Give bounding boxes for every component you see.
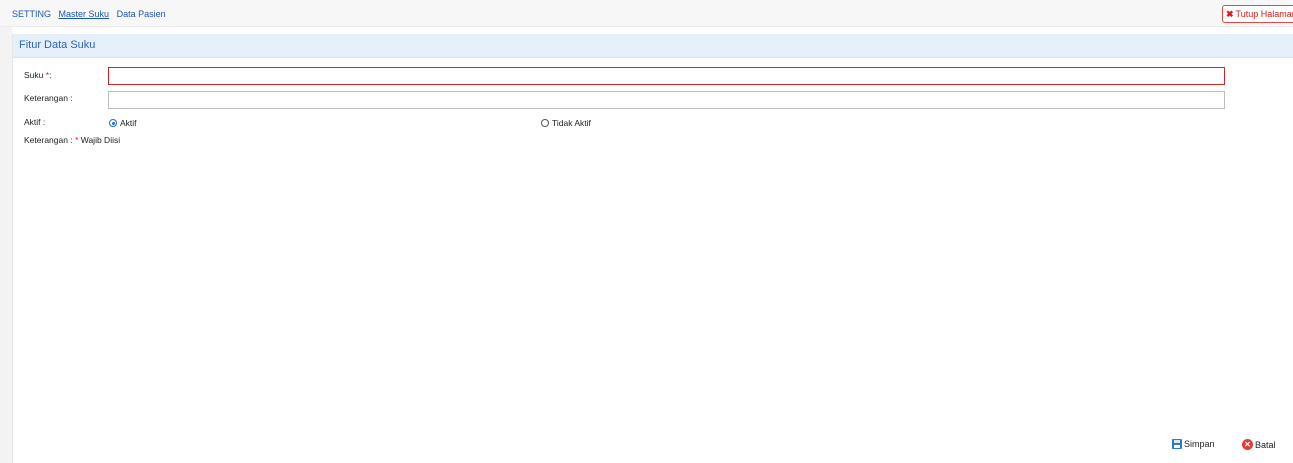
radio-unchecked-icon[interactable] (541, 119, 549, 127)
keterangan-input[interactable] (108, 91, 1225, 109)
floppy-disk-icon (1172, 439, 1182, 449)
note-prefix: Keterangan : (24, 135, 73, 145)
radio-checked-icon[interactable] (109, 119, 117, 127)
cancel-button[interactable]: ✕ Batal (1242, 439, 1276, 450)
note-mark: * (75, 135, 79, 145)
suku-input[interactable] (108, 67, 1225, 85)
close-page-button[interactable]: ✖ Tutup Halaman (1222, 5, 1293, 23)
breadcrumb-master-suku[interactable]: Master Suku (59, 9, 110, 19)
radio-tidak-aktif-label: Tidak Aktif (552, 118, 591, 128)
panel-title: Fitur Data Suku (13, 34, 1293, 58)
breadcrumb-setting[interactable]: SETTING (12, 9, 51, 19)
breadcrumb-data-pasien[interactable]: Data Pasien (117, 9, 166, 19)
aktif-label: Aktif : (24, 117, 46, 127)
radio-aktif[interactable]: Aktif (109, 118, 137, 128)
cancel-x-icon: ✕ (1242, 439, 1253, 450)
save-button-label: Simpan (1184, 439, 1215, 449)
page: SETTING Master Suku Data Pasien ✖ Tutup H… (0, 0, 1293, 463)
top-bar: SETTING Master Suku Data Pasien ✖ Tutup H… (0, 0, 1293, 27)
cancel-button-label: Batal (1255, 439, 1276, 450)
suku-label-text: Suku (24, 70, 44, 80)
suku-label: Suku *: (24, 70, 51, 80)
radio-tidak-aktif[interactable]: Tidak Aktif (541, 118, 591, 128)
note-text: Wajib Diisi (80, 135, 121, 145)
required-note: Keterangan : * Wajib Diisi (24, 135, 120, 145)
close-page-label: Tutup Halaman (1235, 9, 1293, 19)
breadcrumb: SETTING Master Suku Data Pasien (12, 9, 171, 19)
save-button[interactable]: Simpan (1172, 439, 1215, 449)
x-icon: ✖ (1226, 9, 1234, 19)
radio-aktif-label: Aktif (120, 118, 137, 128)
form-panel: Fitur Data Suku Suku *: Keterangan : Akt… (12, 34, 1293, 463)
suku-label-colon: : (49, 70, 52, 80)
left-gutter (0, 27, 12, 463)
keterangan-label: Keterangan : (24, 93, 73, 103)
